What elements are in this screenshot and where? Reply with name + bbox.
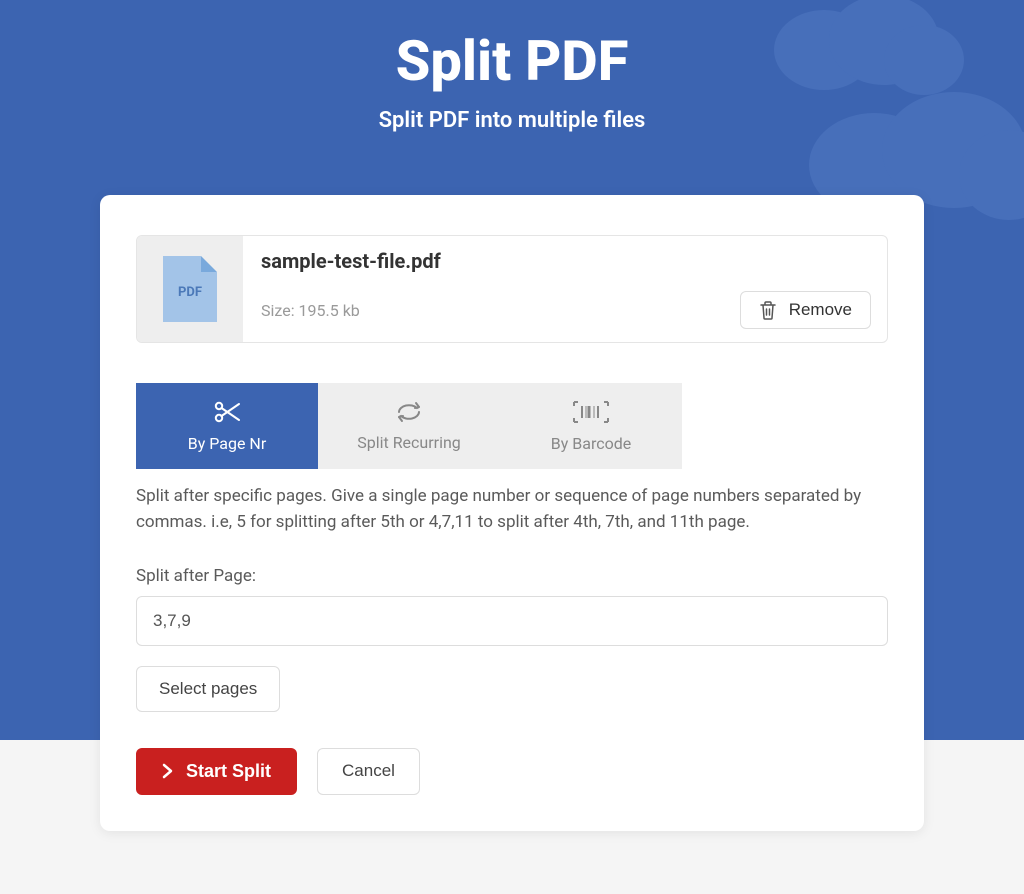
recurring-icon [396, 401, 422, 423]
remove-label: Remove [789, 300, 852, 320]
remove-file-button[interactable]: Remove [740, 291, 871, 329]
file-icon-container: PDF [137, 236, 243, 342]
file-name: sample-test-file.pdf [261, 249, 887, 273]
tab-by-page-nr[interactable]: By Page Nr [136, 383, 318, 469]
file-icon-label: PDF [178, 285, 202, 300]
pdf-file-icon: PDF [163, 256, 217, 322]
start-split-button[interactable]: Start Split [136, 748, 297, 795]
action-buttons: Start Split Cancel [136, 748, 888, 795]
split-after-page-label: Split after Page: [136, 566, 888, 586]
main-card: PDF sample-test-file.pdf Size: 195.5 kb … [100, 195, 924, 831]
page-subtitle: Split PDF into multiple files [0, 108, 1024, 133]
split-after-page-input[interactable] [136, 596, 888, 646]
file-meta: sample-test-file.pdf Size: 195.5 kb Remo… [243, 236, 887, 342]
tab-label: By Barcode [551, 434, 631, 453]
tab-by-barcode[interactable]: By Barcode [500, 383, 682, 469]
start-label: Start Split [186, 761, 271, 782]
file-size-row: Size: 195.5 kb Remove [261, 291, 887, 329]
tab-split-recurring[interactable]: Split Recurring [318, 383, 500, 469]
barcode-icon [572, 400, 610, 424]
tab-description: Split after specific pages. Give a singl… [136, 483, 888, 536]
tab-label: By Page Nr [188, 434, 267, 453]
page-title: Split PDF [0, 0, 1024, 94]
tab-label: Split Recurring [357, 433, 461, 452]
file-entry: PDF sample-test-file.pdf Size: 195.5 kb … [136, 235, 888, 343]
file-size: Size: 195.5 kb [261, 301, 360, 320]
select-pages-button[interactable]: Select pages [136, 666, 280, 712]
scissors-icon [213, 400, 241, 424]
cancel-button[interactable]: Cancel [317, 748, 420, 795]
chevron-right-icon [162, 763, 174, 779]
trash-icon [759, 300, 777, 320]
tabs: By Page Nr Split Recurring By Barcode [136, 383, 888, 469]
